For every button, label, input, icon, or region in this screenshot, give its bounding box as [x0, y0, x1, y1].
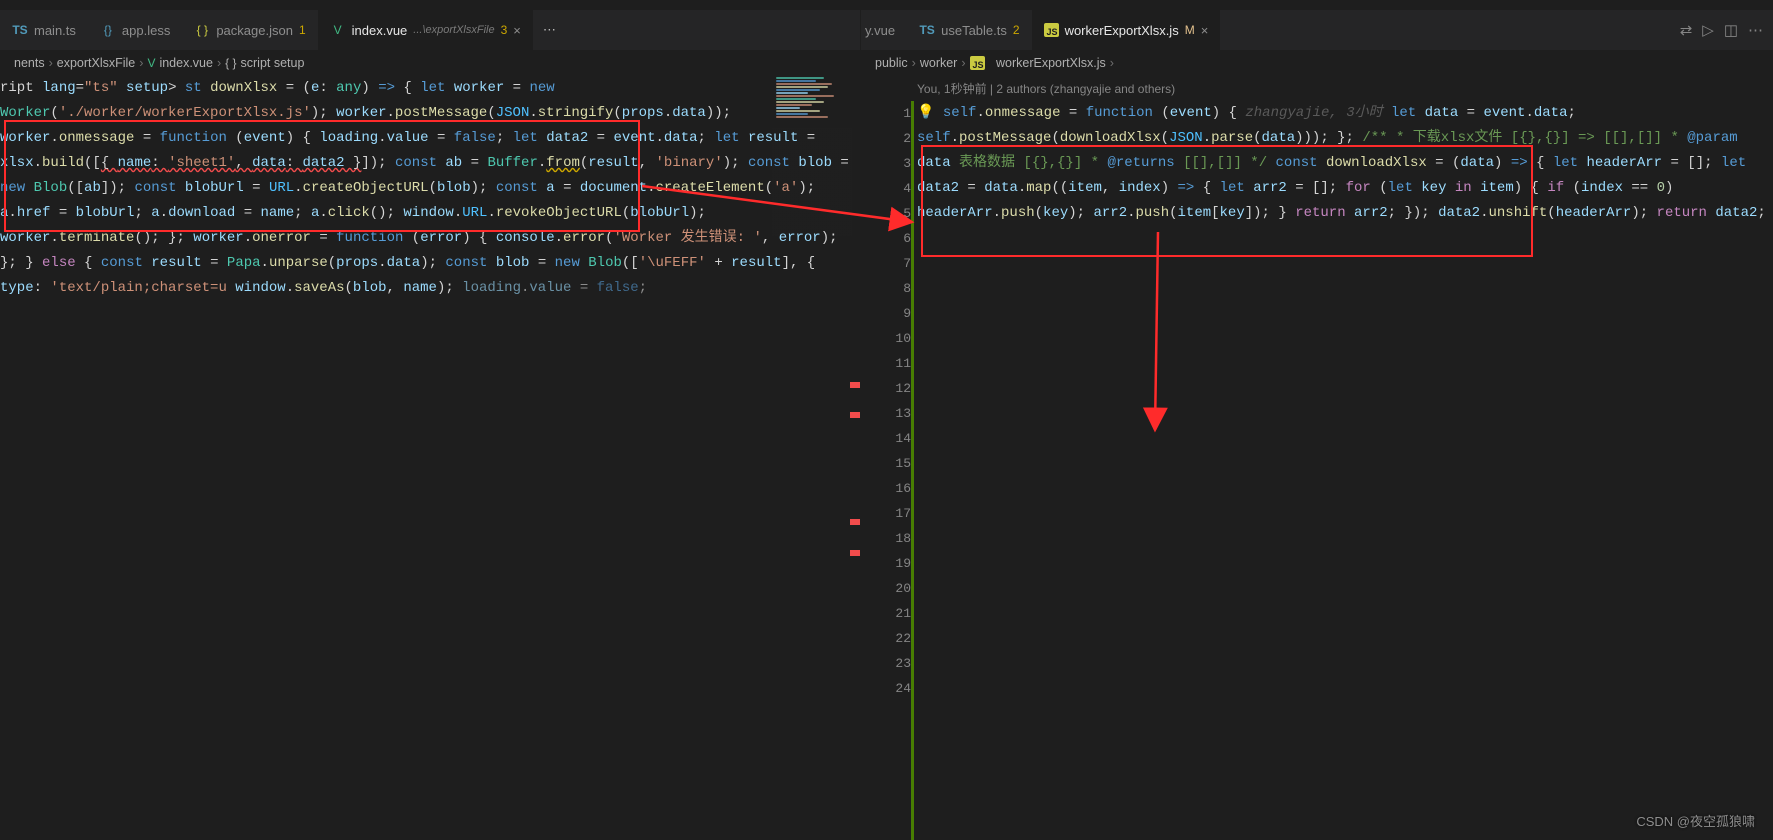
tab-label: main.ts	[34, 23, 76, 38]
crumb[interactable]: nents	[14, 56, 45, 70]
tab-label: index.vue	[352, 23, 408, 38]
lightbulb-icon[interactable]: 💡	[917, 105, 934, 121]
tab-label: workerExportXlsx.js	[1065, 23, 1179, 38]
blame-text: You, 1秒钟前 | 2 authors (zhangyajie and ot…	[917, 82, 1175, 96]
tab-label: y.vue	[865, 23, 895, 38]
crumb[interactable]: worker	[920, 56, 958, 70]
crumb[interactable]: exportXlsxFile	[57, 56, 136, 70]
tab-usetable-ts[interactable]: TS useTable.ts 2	[907, 10, 1031, 50]
json-icon: { }	[194, 22, 210, 38]
modified-badge: 1	[299, 23, 306, 37]
tab-label: package.json	[216, 23, 293, 38]
right-editor[interactable]: 123456789101112131415161718192021222324 …	[861, 101, 1773, 840]
chevron-icon: ›	[912, 56, 916, 70]
js-icon: JS	[1044, 23, 1059, 37]
modified-badge: 2	[1013, 23, 1020, 37]
chevron-icon: ›	[961, 56, 965, 70]
tab-label: app.less	[122, 23, 170, 38]
crumb[interactable]: index.vue	[159, 56, 213, 70]
editor-window: TS main.ts {} app.less { } package.json 1 Vi…	[0, 0, 1773, 840]
crumb[interactable]: public	[875, 56, 908, 70]
chevron-icon: ›	[139, 56, 143, 70]
git-modified-badge: M	[1185, 23, 1195, 37]
braces-icon: { }	[225, 56, 236, 70]
code-area[interactable]: ript lang="ts" setup> st downXlsx = (e: …	[0, 76, 860, 840]
close-icon[interactable]: ×	[513, 23, 521, 38]
watermark: CSDN @夜空孤狼啸	[1636, 811, 1755, 830]
right-pane: y.vue TS useTable.ts 2 JS workerExportXlsx.…	[861, 10, 1773, 840]
crumb[interactable]: workerExportXlsx.js	[996, 56, 1106, 70]
tab-app-less[interactable]: {} app.less	[88, 10, 182, 50]
vue-icon: V	[147, 56, 155, 70]
git-gutter-add	[911, 101, 914, 840]
js-icon: JS	[970, 56, 985, 70]
tab-sublabel: ...\exportXlsxFile	[413, 24, 494, 36]
tab-main-ts[interactable]: TS main.ts	[0, 10, 88, 50]
inline-blame: zhangyajie, 3小时	[1245, 105, 1382, 121]
blame-line: You, 1秒钟前 | 2 authors (zhangyajie and ot…	[861, 76, 1773, 101]
chevron-icon: ›	[49, 56, 53, 70]
tab-package-json[interactable]: { } package.json 1	[182, 10, 317, 50]
less-icon: {}	[100, 22, 116, 38]
right-tabbar: y.vue TS useTable.ts 2 JS workerExportXlsx.…	[861, 10, 1773, 50]
run-icon[interactable]: ▷	[1702, 21, 1714, 39]
vue-icon: V	[330, 22, 346, 38]
close-icon[interactable]: ×	[1201, 23, 1209, 38]
chevron-icon: ›	[217, 56, 221, 70]
tab-workerexportxlsx-js[interactable]: JS workerExportXlsx.js M ×	[1032, 10, 1221, 50]
split-panes: TS main.ts {} app.less { } package.json 1 Vi…	[0, 10, 1773, 840]
ts-icon: TS	[919, 22, 935, 38]
compare-icon[interactable]: ⇄	[1680, 21, 1693, 39]
modified-badge: 3	[501, 23, 508, 37]
title-bar	[0, 0, 1773, 10]
ts-icon: TS	[12, 22, 28, 38]
chevron-icon: ›	[1110, 56, 1114, 70]
left-tabbar: TS main.ts {} app.less { } package.json 1 Vi…	[0, 10, 860, 50]
overview-ruler[interactable]	[848, 76, 860, 840]
split-icon[interactable]: ◫	[1724, 21, 1738, 39]
code-area[interactable]: 💡 self.onmessage = function (event) { zh…	[917, 101, 1773, 840]
tab-overflow[interactable]: ⋯	[533, 10, 566, 50]
watermark-text: CSDN @夜空孤狼啸	[1636, 814, 1755, 829]
crumb[interactable]: script setup	[241, 56, 305, 70]
left-breadcrumb[interactable]: nents› exportXlsxFile› Vindex.vue› { }sc…	[0, 50, 860, 76]
right-breadcrumb[interactable]: public› worker› JS workerExportXlsx.js›	[861, 50, 1773, 76]
left-pane: TS main.ts {} app.less { } package.json 1 Vi…	[0, 10, 861, 840]
tab-actions: ⇄ ▷ ◫ ⋯	[1670, 10, 1773, 50]
tab-yvue-trunc[interactable]: y.vue	[861, 10, 907, 50]
more-icon[interactable]: ⋯	[1748, 21, 1763, 39]
left-editor[interactable]: ript lang="ts" setup> st downXlsx = (e: …	[0, 76, 860, 840]
tab-index-vue[interactable]: Vindex.vue ...\exportXlsxFile 3 ×	[318, 10, 533, 50]
ellipsis-icon: ⋯	[543, 22, 556, 38]
tab-label: useTable.ts	[941, 23, 1007, 38]
